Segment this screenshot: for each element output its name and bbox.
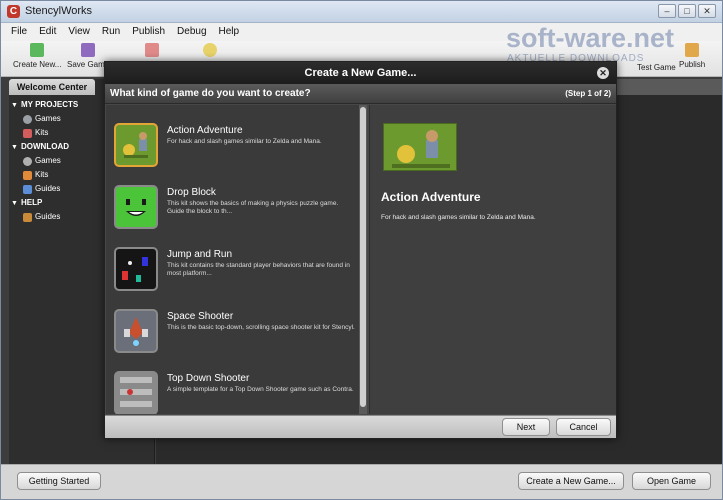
dialog-question: What kind of game do you want to create? <box>110 88 311 99</box>
kit-title: Top Down Shooter <box>167 373 250 384</box>
drop-block-thumbnail <box>114 185 158 229</box>
open-game-button[interactable]: Open Game <box>632 472 711 490</box>
test-game-label: Test Game <box>637 63 676 72</box>
kit-item-top-down-shooter[interactable]: Top Down Shooter A simple template for a… <box>112 363 357 414</box>
menu-run[interactable]: Run <box>102 23 120 41</box>
app-window: C StencylWorks – □ ✕ File Edit View Run … <box>0 0 723 500</box>
dialog-header: What kind of game do you want to create?… <box>105 84 616 104</box>
space-shooter-thumbnail <box>114 309 158 353</box>
create-new-label: Create New... <box>13 60 62 69</box>
window-controls: – □ ✕ <box>658 4 716 18</box>
action-adventure-thumbnail <box>114 123 158 167</box>
grid-icon <box>145 43 159 57</box>
toolbar-tool-4[interactable] <box>203 43 217 60</box>
expand-arrow-icon: ▼ <box>11 144 18 151</box>
kit-item-jump-and-run[interactable]: Jump and Run This kit contains the stand… <box>112 239 357 295</box>
kit-item-space-shooter[interactable]: Space Shooter This is the basic top-down… <box>112 301 357 357</box>
create-new-button[interactable]: Create New... <box>13 43 61 69</box>
title-bar: C StencylWorks – □ ✕ <box>1 1 722 23</box>
kit-title: Drop Block <box>167 187 216 198</box>
kits-icon <box>23 171 32 180</box>
kit-title: Action Adventure <box>167 125 243 136</box>
kit-list-scrollbar[interactable] <box>359 105 367 414</box>
publish-label: Publish <box>679 60 706 69</box>
test-game-button[interactable]: Test Game <box>637 63 676 72</box>
cancel-button[interactable]: Cancel <box>556 418 611 436</box>
kit-item-action-adventure[interactable]: Action Adventure For hack and slash game… <box>112 115 357 171</box>
create-new-game-button[interactable]: Create a New Game... <box>518 472 624 490</box>
kit-title: Jump and Run <box>167 249 233 260</box>
kit-detail-panel: Action Adventure For hack and slash game… <box>369 105 616 414</box>
app-logo-icon: C <box>7 5 20 18</box>
chat-icon <box>203 43 217 57</box>
watermark-brand: soft-ware.net <box>506 23 675 53</box>
getting-started-button[interactable]: Getting Started <box>17 472 101 490</box>
minimize-button[interactable]: – <box>658 4 676 18</box>
dialog-title-bar: Create a New Game... ✕ <box>105 62 616 84</box>
menu-file[interactable]: File <box>11 23 27 41</box>
app-title: StencylWorks <box>25 5 93 17</box>
guides-icon <box>23 213 32 222</box>
publish-icon <box>685 43 700 57</box>
jump-and-run-thumbnail <box>114 247 158 291</box>
detail-desc: For hack and slash games similar to Zeld… <box>381 214 536 221</box>
guides-icon <box>23 185 32 194</box>
close-icon[interactable]: ✕ <box>597 67 609 79</box>
kit-desc: This kit shows the basics of making a ph… <box>167 200 339 215</box>
kit-desc: A simple template for a Top Down Shooter… <box>167 386 354 393</box>
bottom-bar: Getting Started Create a New Game... Ope… <box>1 464 722 499</box>
menu-debug[interactable]: Debug <box>177 23 206 41</box>
menu-publish[interactable]: Publish <box>132 23 165 41</box>
save-game-label: Save Game <box>67 60 110 69</box>
menu-edit[interactable]: Edit <box>39 23 56 41</box>
kit-title: Space Shooter <box>167 311 234 322</box>
step-indicator: (Step 1 of 2) <box>565 89 611 98</box>
kit-item-drop-block[interactable]: Drop Block This kit shows the basics of … <box>112 177 357 233</box>
toolbar-tool-3[interactable] <box>145 43 159 60</box>
save-game-button[interactable]: Save Game <box>67 43 109 69</box>
kits-icon <box>23 129 32 138</box>
kit-desc: This kit contains the standard player be… <box>167 262 350 277</box>
detail-thumbnail <box>383 123 457 171</box>
save-icon <box>81 43 96 57</box>
expand-arrow-icon: ▼ <box>11 102 18 109</box>
dialog-footer: Next Cancel <box>105 415 616 438</box>
kit-desc: This is the basic top-down, scrolling sp… <box>167 324 355 331</box>
kit-desc: For hack and slash games similar to Zeld… <box>167 138 322 145</box>
games-icon <box>23 115 32 124</box>
scrollbar-thumb[interactable] <box>360 107 366 407</box>
kit-list: Action Adventure For hack and slash game… <box>106 105 359 414</box>
create-game-dialog: Create a New Game... ✕ What kind of game… <box>104 61 617 439</box>
tab-welcome-center[interactable]: Welcome Center <box>9 79 95 95</box>
dialog-title: Create a New Game... <box>304 67 417 79</box>
maximize-button[interactable]: □ <box>678 4 696 18</box>
top-down-shooter-thumbnail <box>114 371 158 414</box>
publish-button[interactable]: Publish <box>679 43 705 69</box>
close-window-button[interactable]: ✕ <box>698 4 716 18</box>
next-button[interactable]: Next <box>502 418 550 436</box>
expand-arrow-icon: ▼ <box>11 200 18 207</box>
games-icon <box>23 157 32 166</box>
detail-title: Action Adventure <box>381 190 481 204</box>
menu-help[interactable]: Help <box>219 23 240 41</box>
create-new-icon <box>30 43 45 57</box>
menu-view[interactable]: View <box>68 23 90 41</box>
